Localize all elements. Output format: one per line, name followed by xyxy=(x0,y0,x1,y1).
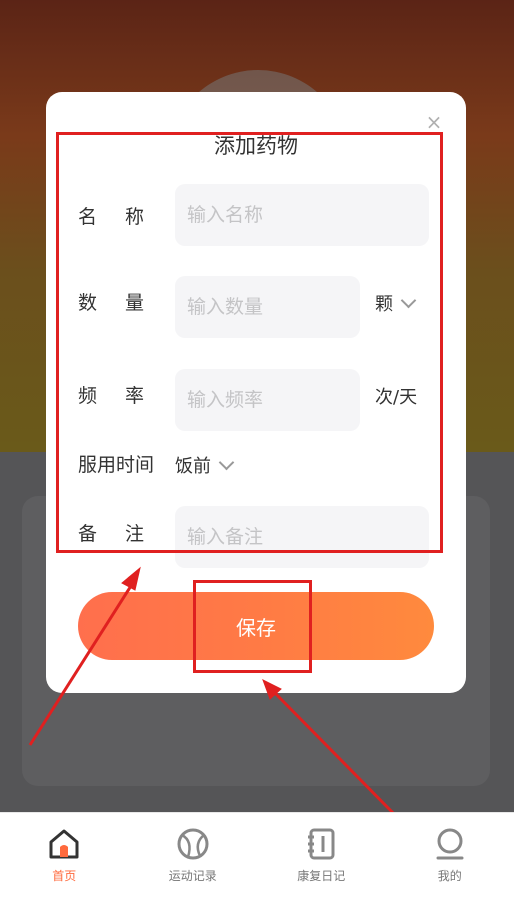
tab-home[interactable]: 首页 xyxy=(0,813,129,897)
tab-label: 康复日记 xyxy=(297,867,345,884)
frequency-label: 频 率 xyxy=(78,381,144,408)
note-input[interactable] xyxy=(175,506,429,568)
save-button[interactable]: 保存 xyxy=(78,592,434,660)
quantity-unit-value: 颗 xyxy=(375,294,393,315)
quantity-input[interactable] xyxy=(175,276,360,338)
user-icon xyxy=(433,827,467,861)
close-icon[interactable]: × xyxy=(424,112,444,132)
time-select[interactable]: 饭前 xyxy=(175,452,232,478)
home-icon xyxy=(47,827,81,861)
tab-sport-record[interactable]: 运动记录 xyxy=(129,813,258,897)
tab-label: 我的 xyxy=(438,867,462,884)
quantity-unit-select[interactable]: 颗 xyxy=(375,290,414,316)
notebook-icon xyxy=(304,827,338,861)
time-value: 饭前 xyxy=(175,456,211,477)
chevron-down-icon xyxy=(219,455,235,471)
frequency-unit: 次/天 xyxy=(375,383,417,409)
note-label: 备 注 xyxy=(78,519,144,546)
quantity-label: 数 量 xyxy=(78,288,144,315)
tab-mine[interactable]: 我的 xyxy=(386,813,514,897)
tab-label: 运动记录 xyxy=(169,867,217,884)
chevron-down-icon xyxy=(401,293,417,309)
add-medicine-dialog: × 添加药物 名 称 数 量 颗 频 率 次/天 服用时间 饭前 备 注 保存 xyxy=(46,92,466,693)
frequency-input[interactable] xyxy=(175,369,360,431)
name-input[interactable] xyxy=(175,184,429,246)
bottom-tab-bar: 首页 运动记录 康复日记 我的 xyxy=(0,812,514,897)
dialog-title: 添加药物 xyxy=(46,130,466,160)
tab-rehab-diary[interactable]: 康复日记 xyxy=(257,813,386,897)
name-label: 名 称 xyxy=(78,202,144,229)
tab-label: 首页 xyxy=(52,867,76,884)
time-label: 服用时间 xyxy=(78,450,154,477)
ball-icon xyxy=(176,827,210,861)
